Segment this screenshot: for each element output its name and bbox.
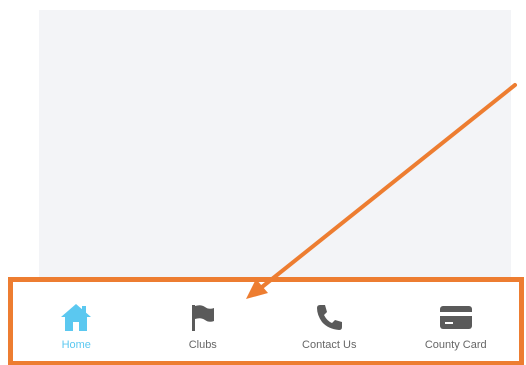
app-content-area (39, 10, 511, 290)
highlight-box (8, 277, 524, 365)
screenshot-stage: Home Clubs Contact Us County Card (0, 0, 526, 365)
